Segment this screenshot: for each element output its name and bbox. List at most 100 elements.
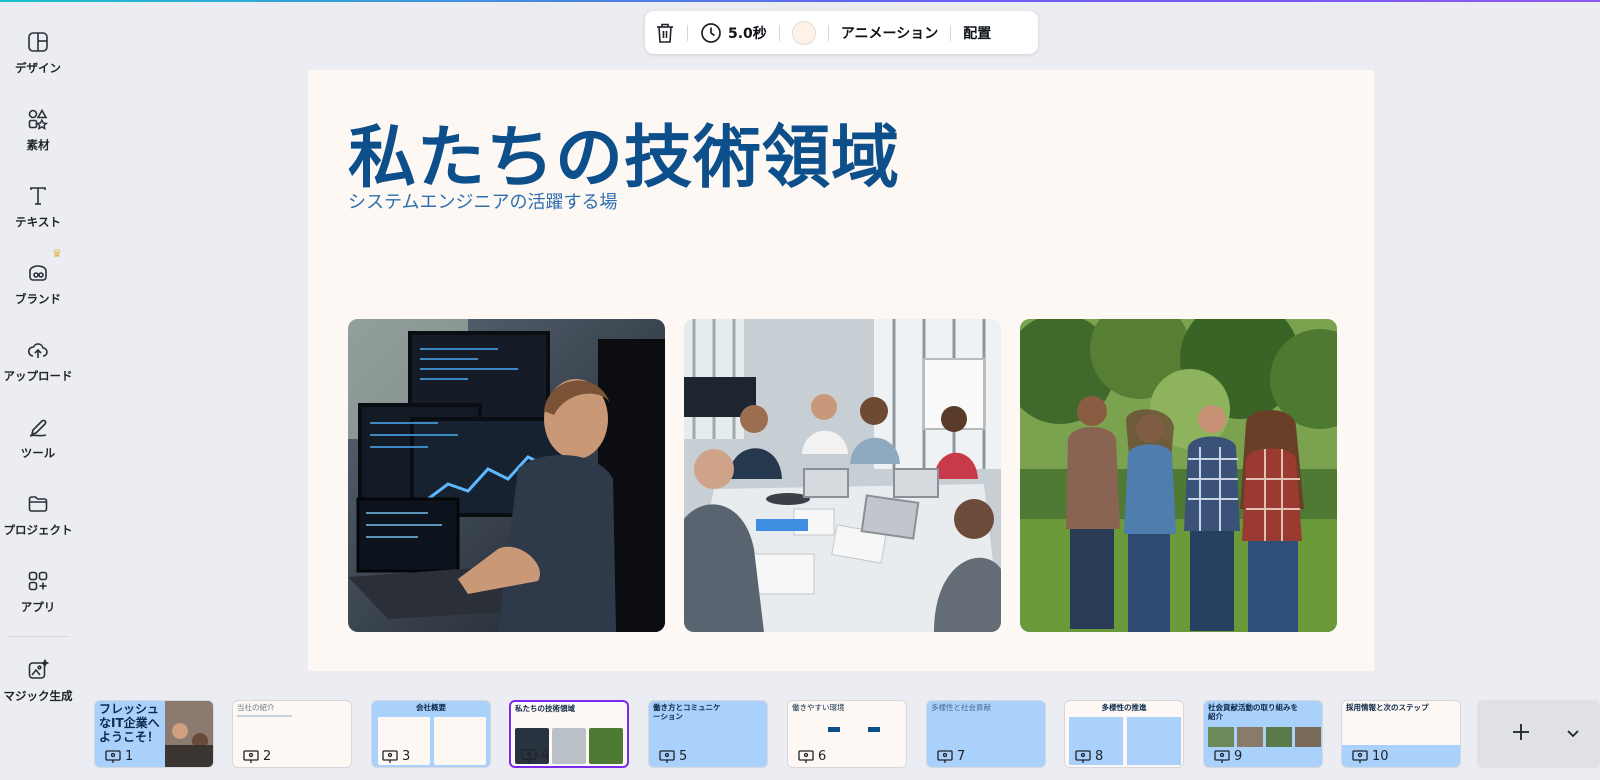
trash-icon bbox=[657, 23, 673, 43]
thumbnail-title: 採用情報と次のステップ bbox=[1346, 703, 1429, 712]
presenter-icon bbox=[382, 749, 398, 763]
thumbnail-title: 社会貢献活動の取り組みを 紹介 bbox=[1208, 703, 1298, 721]
thumbnail-page-1[interactable]: フレッシュ なIT企業へ ようこそ！ 1 bbox=[94, 700, 214, 768]
outdoor-team-photo[interactable] bbox=[1020, 319, 1337, 632]
thumbnail-mark bbox=[868, 727, 880, 732]
toolbar-separator bbox=[950, 24, 952, 41]
add-page-options-button[interactable] bbox=[1561, 718, 1585, 748]
sidebar-item-brand[interactable]: ♛ ブランド bbox=[0, 247, 76, 313]
thumbnail-title: 会社概要 bbox=[416, 703, 446, 712]
toolbar-separator bbox=[778, 24, 780, 41]
brand-icon bbox=[24, 259, 52, 287]
element-toolbar: 5.0秒 アニメーション 配置 bbox=[645, 11, 1038, 54]
thumbnail-mark bbox=[828, 727, 840, 732]
sidebar-item-design[interactable]: デザイン bbox=[0, 16, 76, 82]
sidebar-divider bbox=[8, 636, 68, 637]
thumbnail-photo bbox=[589, 728, 623, 764]
clock-icon bbox=[701, 22, 721, 43]
pen-tool-icon bbox=[24, 413, 52, 441]
sidebar-item-label: ブランド bbox=[15, 292, 61, 306]
thumbnail-title: 多様性の推進 bbox=[1101, 703, 1147, 712]
sidebar-item-upload[interactable]: アップロード bbox=[0, 324, 76, 390]
background-color-swatch[interactable] bbox=[791, 20, 816, 45]
sidebar-item-apps[interactable]: アプリ bbox=[0, 555, 76, 621]
presenter-icon bbox=[521, 748, 537, 762]
presenter-icon bbox=[659, 749, 675, 763]
slide-title[interactable]: 私たちの技術領域 bbox=[348, 102, 900, 201]
thumbnail-title: 働きやすい環境 bbox=[792, 703, 845, 712]
thumbnail-card bbox=[434, 717, 486, 765]
thumbnail-page-6[interactable]: 働きやすい環境 6 bbox=[787, 700, 907, 768]
sidebar-item-elements[interactable]: 素材 bbox=[0, 93, 76, 159]
thumbnail-number: 1 bbox=[105, 749, 133, 764]
sidebar-item-label: ツール bbox=[20, 446, 56, 460]
toolbar-separator bbox=[687, 24, 688, 41]
delete-button[interactable] bbox=[655, 22, 675, 44]
folder-icon bbox=[24, 490, 52, 518]
sidebar-item-projects[interactable]: プロジェクト bbox=[0, 478, 76, 544]
thumbnail-number: 7 bbox=[937, 749, 965, 764]
thumbnail-title: フレッシュ なIT企業へ ようこそ！ bbox=[99, 702, 160, 744]
thumbnail-photo bbox=[1208, 727, 1234, 747]
chevron-down-icon bbox=[1567, 730, 1579, 738]
toolbar-separator bbox=[827, 24, 829, 41]
thumbnail-page-5[interactable]: 働き方とコミュニケ ーション 5 bbox=[648, 700, 768, 768]
thumbnail-page-2[interactable]: 当社の紹介 2 bbox=[232, 700, 352, 768]
thumbnail-photo bbox=[1266, 727, 1292, 747]
sidebar-item-label: アプリ bbox=[20, 600, 56, 614]
thumbnail-page-4[interactable]: 私たちの技術領域 4 bbox=[509, 700, 629, 768]
thumbnail-page-3[interactable]: 会社概要 3 bbox=[371, 700, 491, 768]
layout-icon bbox=[24, 28, 52, 56]
presenter-icon bbox=[937, 749, 953, 763]
thumbnail-number: 3 bbox=[382, 749, 410, 764]
sidebar-item-label: テキスト bbox=[15, 215, 61, 229]
sidebar-item-tools[interactable]: ツール bbox=[0, 401, 76, 467]
thumbnail-photo bbox=[165, 701, 213, 767]
presenter-icon bbox=[243, 749, 259, 763]
shapes-icon bbox=[24, 105, 52, 133]
thumbnail-number: 5 bbox=[659, 749, 687, 764]
animation-button[interactable]: アニメーション bbox=[841, 23, 938, 43]
duration-button[interactable]: 5.0秒 bbox=[700, 22, 767, 44]
thumbnail-number: 2 bbox=[243, 749, 271, 764]
sidebar-item-label: プロジェクト bbox=[3, 523, 73, 537]
thumbnail-number: 8 bbox=[1075, 749, 1103, 764]
add-page-button[interactable] bbox=[1499, 710, 1543, 754]
thumbnail-text-line bbox=[237, 715, 292, 717]
thumbnail-page-10[interactable]: 採用情報と次のステップ 10 bbox=[1341, 700, 1461, 768]
slide-subtitle[interactable]: システムエンジニアの活躍する場 bbox=[348, 188, 617, 214]
sidebar-item-label: 素材 bbox=[26, 138, 50, 152]
thumbnail-photo bbox=[1295, 727, 1321, 747]
crown-icon: ♛ bbox=[52, 247, 62, 260]
thumbnail-number: 4 bbox=[521, 748, 549, 763]
thumbnail-page-7[interactable]: 多様性と社会貢献 7 bbox=[926, 700, 1046, 768]
thumbnail-title: 当社の紹介 bbox=[237, 703, 275, 712]
cloud-upload-icon bbox=[24, 336, 52, 364]
thumbnail-card bbox=[1127, 717, 1181, 765]
thumbnail-photo bbox=[1237, 727, 1263, 747]
thumbnail-page-9[interactable]: 社会貢献活動の取り組みを 紹介 9 bbox=[1203, 700, 1323, 768]
thumbnail-title: 働き方とコミュニケ ーション bbox=[653, 703, 721, 721]
thumbnail-photo bbox=[552, 728, 586, 764]
text-icon bbox=[24, 182, 52, 210]
add-page-area bbox=[1477, 700, 1600, 768]
plus-icon bbox=[1513, 724, 1529, 740]
sidebar-item-text[interactable]: テキスト bbox=[0, 170, 76, 236]
sidebar-item-label: アップロード bbox=[3, 369, 73, 383]
presenter-icon bbox=[1075, 749, 1091, 763]
thumbnail-page-8[interactable]: 多様性の推進 8 bbox=[1064, 700, 1184, 768]
presenter-icon bbox=[798, 749, 814, 763]
presenter-icon bbox=[1352, 749, 1368, 763]
slide-canvas[interactable]: 私たちの技術領域 システムエンジニアの活躍する場 bbox=[308, 70, 1374, 671]
thumbnail-title: 私たちの技術領域 bbox=[515, 704, 575, 713]
developer-at-monitors-photo[interactable] bbox=[348, 319, 665, 632]
apps-icon bbox=[24, 567, 52, 595]
presenter-icon bbox=[1214, 749, 1230, 763]
top-progress-line bbox=[0, 0, 1600, 2]
sidebar: デザイン 素材 テキスト ♛ ブランド アップロード ツール プロジェクト アプ… bbox=[0, 2, 76, 703]
thumbnail-number: 6 bbox=[798, 749, 826, 764]
position-button[interactable]: 配置 bbox=[963, 23, 991, 43]
team-meeting-photo[interactable] bbox=[684, 319, 1001, 632]
sidebar-item-label: デザイン bbox=[15, 61, 61, 75]
duration-label: 5.0秒 bbox=[728, 25, 767, 42]
